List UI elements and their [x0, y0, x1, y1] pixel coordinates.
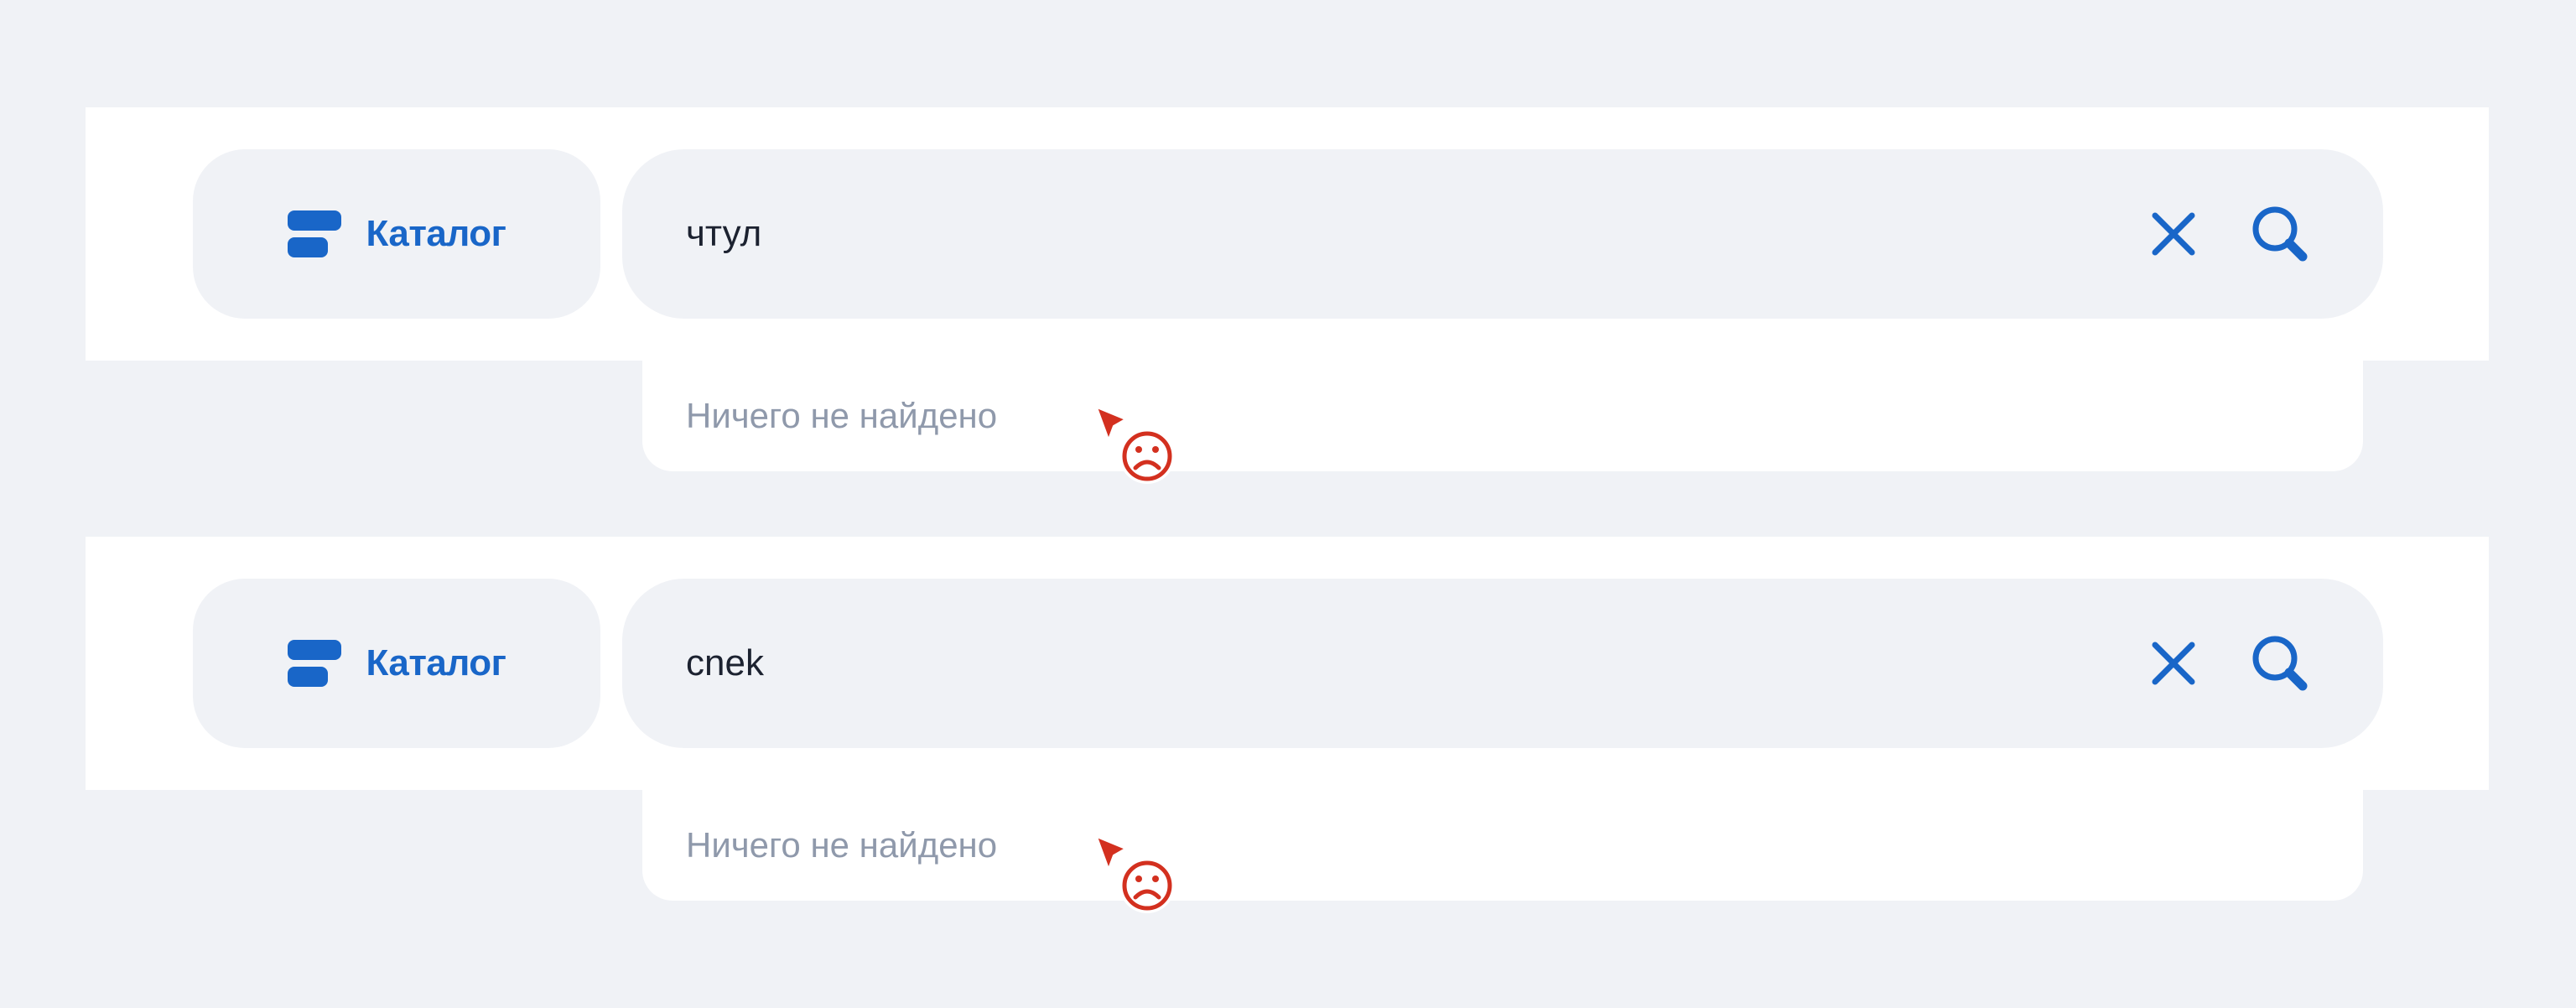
search-results-dropdown: Ничего не найдено: [642, 790, 2363, 901]
catalog-icon: [287, 640, 341, 687]
search-results-dropdown: Ничего не найдено: [642, 361, 2363, 471]
search-input[interactable]: чтул: [622, 149, 2383, 319]
search-submit-button[interactable]: [2251, 634, 2309, 693]
no-results-message: Ничего не найдено: [686, 825, 998, 865]
catalog-label: Каталог: [366, 213, 506, 254]
catalog-icon: [287, 210, 341, 257]
search-icon: [2252, 206, 2308, 262]
clear-search-button[interactable]: [2148, 638, 2199, 688]
no-results-message: Ничего не найдено: [686, 396, 998, 435]
search-icon: [2252, 636, 2308, 691]
catalog-button[interactable]: Каталог: [193, 579, 600, 748]
close-icon: [2152, 642, 2195, 685]
sad-face-cursor-icon: [1095, 406, 1179, 490]
catalog-label: Каталог: [366, 642, 506, 683]
catalog-button[interactable]: Каталог: [193, 149, 600, 319]
search-submit-button[interactable]: [2251, 205, 2309, 263]
close-icon: [2152, 212, 2195, 256]
search-input-value[interactable]: cnek: [686, 579, 764, 748]
search-input-value[interactable]: чтул: [686, 149, 761, 319]
search-header-panel: Каталог cnek: [86, 537, 2489, 790]
clear-search-button[interactable]: [2148, 209, 2199, 259]
sad-face-cursor-icon: [1095, 835, 1179, 919]
search-header-panel: Каталог чтул: [86, 107, 2489, 361]
search-input[interactable]: cnek: [622, 579, 2383, 748]
